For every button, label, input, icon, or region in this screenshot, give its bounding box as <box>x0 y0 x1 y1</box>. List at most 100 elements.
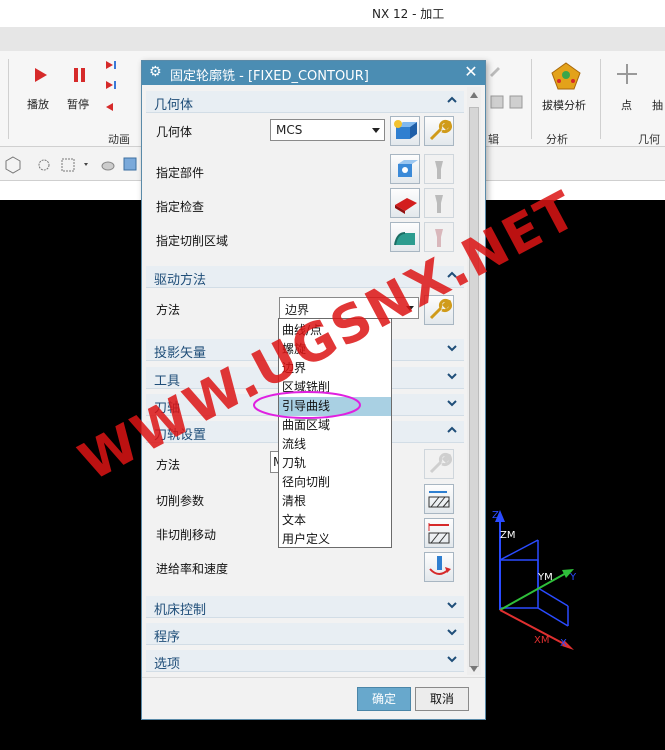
chevron-down-icon[interactable] <box>446 626 458 638</box>
chevron-down-icon[interactable] <box>446 397 458 409</box>
geometry-select[interactable]: MCS <box>270 119 385 141</box>
axis-label-xm: XM <box>534 635 550 646</box>
cutting-params-label: 切削参数 <box>156 494 205 508</box>
edit-toolpath-method-button[interactable] <box>424 449 454 479</box>
extract-label: 抽 <box>652 99 663 112</box>
highlight-ellipse <box>253 391 361 419</box>
dropdown-option[interactable]: 流线 <box>279 435 391 454</box>
feeds-speeds-button[interactable] <box>424 552 454 582</box>
animation-group-label: 动画 <box>108 133 130 146</box>
pause-button[interactable]: 暂停 <box>62 63 100 113</box>
gear-icon[interactable]: ⚙ <box>149 64 165 80</box>
part-icon <box>398 160 418 177</box>
program-section-title: 程序 <box>154 630 181 645</box>
layer-icons[interactable] <box>490 93 524 111</box>
axis-label-x: X <box>560 638 567 649</box>
menu-bar <box>0 27 665 51</box>
chevron-up-icon[interactable] <box>446 269 458 281</box>
wrench-icon <box>429 453 452 474</box>
program-section-header[interactable]: 程序 <box>146 623 464 645</box>
chevron-up-icon[interactable] <box>446 94 458 106</box>
chevron-down-icon[interactable] <box>446 370 458 382</box>
tool-icon[interactable] <box>488 63 502 77</box>
geometry-section-header[interactable]: 几何体 <box>146 91 464 113</box>
machine-control-section-header[interactable]: 机床控制 <box>146 596 464 618</box>
dropdown-option[interactable]: 径向切削 <box>279 473 391 492</box>
feeds-speeds-icon <box>429 556 451 575</box>
wrench-icon <box>429 120 452 141</box>
play-icon <box>35 68 47 82</box>
draft-analysis-button[interactable]: 拔模分析 <box>538 59 594 119</box>
axis-label-z: Z <box>492 510 499 521</box>
show-part-button[interactable] <box>424 154 454 184</box>
non-cutting-moves-icon <box>428 523 450 544</box>
drive-method-select[interactable]: 边界 <box>279 297 419 319</box>
drive-method-dropdown[interactable]: 曲线/点 螺旋 边界 区域铣削 引导曲线 曲面区域 流线 刀轨 径向切削 清根 … <box>278 318 392 548</box>
app-title: NX 12 - 加工 <box>372 7 445 21</box>
ribbon-divider <box>8 59 9 139</box>
new-geometry-button[interactable] <box>390 116 420 146</box>
check-geometry-icon <box>395 198 417 214</box>
close-icon[interactable]: ✕ <box>462 63 480 81</box>
axis-label-y: Y <box>570 572 577 583</box>
axis-label-zm: ZM <box>500 530 516 541</box>
specify-part-button[interactable] <box>390 154 420 184</box>
point-plus-icon <box>617 64 637 84</box>
scroll-up-icon[interactable] <box>470 91 478 99</box>
dialog-footer: 确定 取消 <box>142 677 485 719</box>
dropdown-option[interactable]: 螺旋 <box>279 340 391 359</box>
show-check-button[interactable] <box>424 188 454 218</box>
flashlight-icon <box>435 161 443 179</box>
draft-analysis-label: 拔模分析 <box>542 99 586 112</box>
dialog-titlebar[interactable]: ⚙ 固定轮廓铣 - [FIXED_CONTOUR] ✕ <box>142 61 485 85</box>
specify-cut-area-button[interactable] <box>390 222 420 252</box>
scroll-down-icon[interactable] <box>470 665 478 673</box>
app-titlebar: NX 12 - 加工 <box>0 0 665 27</box>
flashlight-icon <box>435 195 443 213</box>
geometry-label: 几何体 <box>156 125 193 139</box>
dialog-title: 固定轮廓铣 - [FIXED_CONTOUR] <box>170 69 369 84</box>
dropdown-option[interactable]: 文本 <box>279 511 391 530</box>
edit-geometry-button[interactable] <box>424 116 454 146</box>
ok-button[interactable]: 确定 <box>357 687 411 711</box>
wrench-icon <box>429 299 452 320</box>
dropdown-option[interactable]: 清根 <box>279 492 391 511</box>
cutting-params-icon <box>428 491 450 508</box>
toolpath-method-label: 方法 <box>156 458 181 472</box>
flashlight-icon <box>435 229 443 247</box>
selection-filter-icons[interactable] <box>4 156 140 174</box>
drive-method-section-title: 驱动方法 <box>154 273 207 288</box>
play-button[interactable]: 播放 <box>22 63 60 113</box>
dropdown-option[interactable]: 刀轨 <box>279 454 391 473</box>
non-cutting-moves-button[interactable] <box>424 518 454 548</box>
cancel-button[interactable]: 取消 <box>415 687 469 711</box>
specify-part-label: 指定部件 <box>156 166 205 180</box>
dropdown-option[interactable]: 边界 <box>279 359 391 378</box>
options-section-header[interactable]: 选项 <box>146 650 464 672</box>
edit-drive-method-button[interactable] <box>424 295 454 325</box>
dropdown-option[interactable]: 曲线/点 <box>279 321 391 340</box>
chevron-up-icon[interactable] <box>446 424 458 436</box>
new-geometry-icon <box>394 120 417 139</box>
chevron-down-icon[interactable] <box>446 653 458 665</box>
drive-method-select-value: 边界 <box>285 303 310 317</box>
point-button[interactable]: 点 <box>610 59 644 119</box>
step-controls-icon[interactable] <box>104 59 118 117</box>
play-label: 播放 <box>27 98 49 111</box>
toolpath-settings-section-title: 刀轨设置 <box>154 428 207 443</box>
projection-vector-section-title: 投影矢量 <box>154 346 207 361</box>
non-cutting-moves-label: 非切削移动 <box>156 528 217 542</box>
chevron-down-icon[interactable] <box>446 342 458 354</box>
specify-check-button[interactable] <box>390 188 420 218</box>
cutting-params-button[interactable] <box>424 484 454 514</box>
drive-method-section-header[interactable]: 驱动方法 <box>146 266 464 288</box>
show-cut-area-button[interactable] <box>424 222 454 252</box>
chevron-down-icon[interactable] <box>446 599 458 611</box>
draft-analysis-icon <box>551 62 581 90</box>
axis-label-ym: YM <box>538 572 553 583</box>
tool-axis-section-title: 刀轴 <box>154 401 181 416</box>
machine-control-section-title: 机床控制 <box>154 603 207 618</box>
dropdown-option[interactable]: 用户定义 <box>279 530 391 549</box>
chevron-down-icon <box>406 306 414 311</box>
dialog-scrollbar-thumb[interactable] <box>469 107 479 667</box>
